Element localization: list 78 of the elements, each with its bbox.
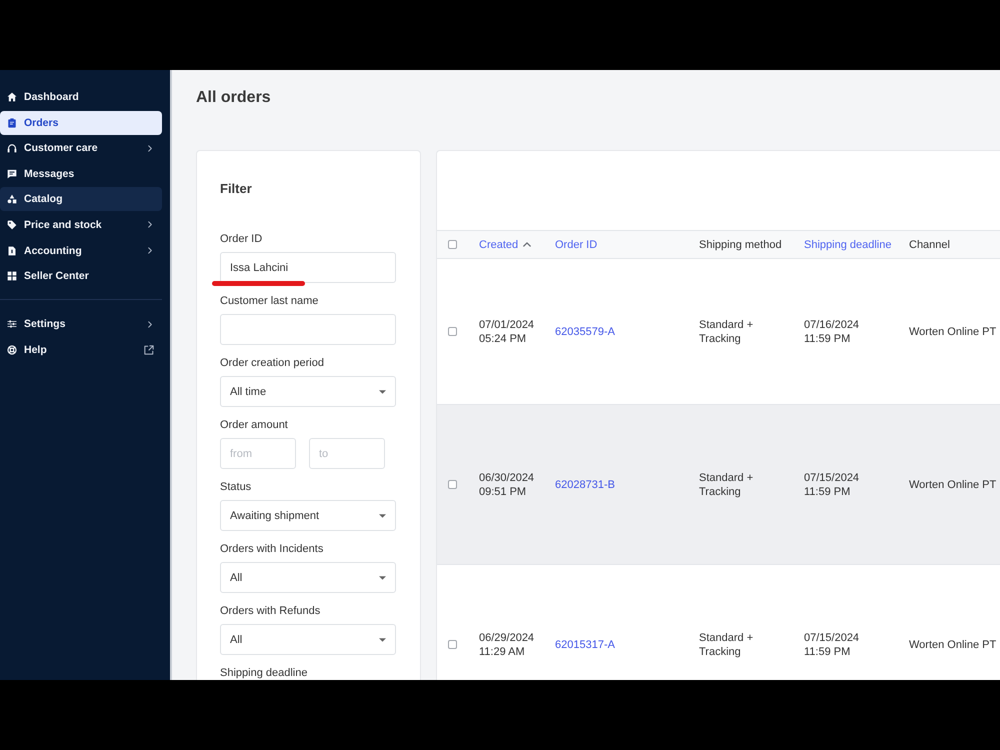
- shapes-icon: [7, 194, 17, 204]
- field-label: Order ID: [220, 232, 264, 246]
- date-text: 07/01/2024: [479, 318, 534, 332]
- dropdown-field[interactable]: All: [220, 624, 396, 655]
- chevron-right-icon: [148, 221, 152, 228]
- tag-icon: [7, 220, 17, 230]
- caret-down-icon: [379, 514, 386, 518]
- page-title: All orders: [196, 88, 272, 108]
- column-header[interactable]: Created: [479, 238, 532, 250]
- caret-down-icon: [379, 390, 386, 394]
- external-link-icon: [144, 344, 154, 355]
- document-icon: [7, 246, 17, 256]
- nav-item[interactable]: Accounting: [0, 238, 162, 263]
- clipboard-icon: [7, 118, 17, 128]
- row-checkbox[interactable]: [448, 327, 457, 336]
- headset-icon: [7, 143, 17, 154]
- field-label: Orders with Incidents: [220, 542, 324, 556]
- text-field[interactable]: [220, 314, 396, 345]
- nav-item[interactable]: Catalog: [0, 187, 162, 212]
- lifebuoy-icon: [7, 344, 17, 355]
- table-cell-text: Standard + Tracking: [699, 470, 754, 498]
- time-text: 09:51 PM: [479, 484, 526, 498]
- column-header[interactable]: Shipping deadline: [804, 238, 892, 250]
- time-text: 05:24 PM: [479, 332, 526, 346]
- nav-item[interactable]: Customer care: [0, 136, 162, 160]
- home-icon: [7, 92, 17, 102]
- time-text: 11:59 PM: [804, 332, 850, 346]
- field-label: Customer last name: [220, 294, 320, 308]
- order-link[interactable]: 62015317-A: [555, 638, 615, 652]
- nav-item[interactable]: Help: [0, 338, 162, 362]
- nav-item[interactable]: Dashboard: [0, 85, 162, 109]
- field-label: Orders with Refunds: [220, 604, 322, 618]
- table-cell: Worten Online PT: [909, 638, 996, 652]
- table-cell-text: Standard + Tracking: [699, 318, 754, 346]
- date-text: 07/16/2024: [804, 318, 860, 332]
- nav-item[interactable]: Settings: [0, 312, 162, 336]
- filter-title: Filter: [220, 181, 253, 197]
- date-text: 07/15/2024: [804, 470, 860, 484]
- date-text: 06/30/2024: [479, 470, 534, 484]
- caret-down-icon: [379, 638, 386, 642]
- order-link[interactable]: 62028731-B: [555, 478, 615, 492]
- date-text: 07/15/2024: [804, 630, 860, 644]
- date-text: 06/29/2024: [479, 630, 534, 644]
- table-cell: Worten Online PT: [909, 324, 996, 338]
- sliders-icon: [7, 319, 17, 330]
- time-text: 11:29 AM: [479, 644, 525, 658]
- chevron-right-icon: [148, 144, 152, 152]
- time-text: 11:59 PM: [804, 484, 850, 498]
- text-field[interactable]: from: [220, 438, 296, 469]
- dropdown-field[interactable]: All: [220, 562, 396, 593]
- column-header: Channel: [909, 238, 950, 250]
- dropdown-field[interactable]: All time: [220, 376, 396, 407]
- nav-item[interactable]: Price and stock: [0, 212, 162, 237]
- chat-icon: [7, 168, 17, 179]
- caret-up-icon: [523, 242, 532, 247]
- row-checkbox[interactable]: [448, 480, 457, 489]
- table-cell: Worten Online PT: [909, 478, 996, 492]
- nav-item[interactable]: Orders: [0, 110, 162, 135]
- nav-item[interactable]: Messages: [0, 162, 162, 186]
- field-label: Shipping deadline: [220, 666, 308, 680]
- chevron-right-icon: [148, 247, 152, 254]
- text-field[interactable]: Issa Lahcini: [220, 252, 396, 283]
- row-checkbox[interactable]: [448, 640, 457, 649]
- field-label: Order amount: [220, 418, 289, 432]
- column-header[interactable]: Order ID: [555, 238, 598, 250]
- dropdown-field[interactable]: Awaiting shipment: [220, 500, 396, 531]
- order-link[interactable]: 62035579-A: [555, 324, 615, 338]
- field-label: Status: [220, 480, 252, 494]
- text-field[interactable]: to: [309, 438, 385, 469]
- nav-item[interactable]: Seller Center: [0, 264, 162, 288]
- field-label: Order creation period: [220, 356, 325, 370]
- column-header: Shipping method: [699, 238, 782, 250]
- grid-icon: [7, 271, 17, 282]
- caret-down-icon: [379, 576, 386, 580]
- table-cell-text: Standard + Tracking: [699, 630, 754, 658]
- chevron-right-icon: [148, 320, 152, 328]
- select-all-checkbox[interactable]: [448, 240, 457, 249]
- time-text: 11:59 PM: [804, 644, 850, 658]
